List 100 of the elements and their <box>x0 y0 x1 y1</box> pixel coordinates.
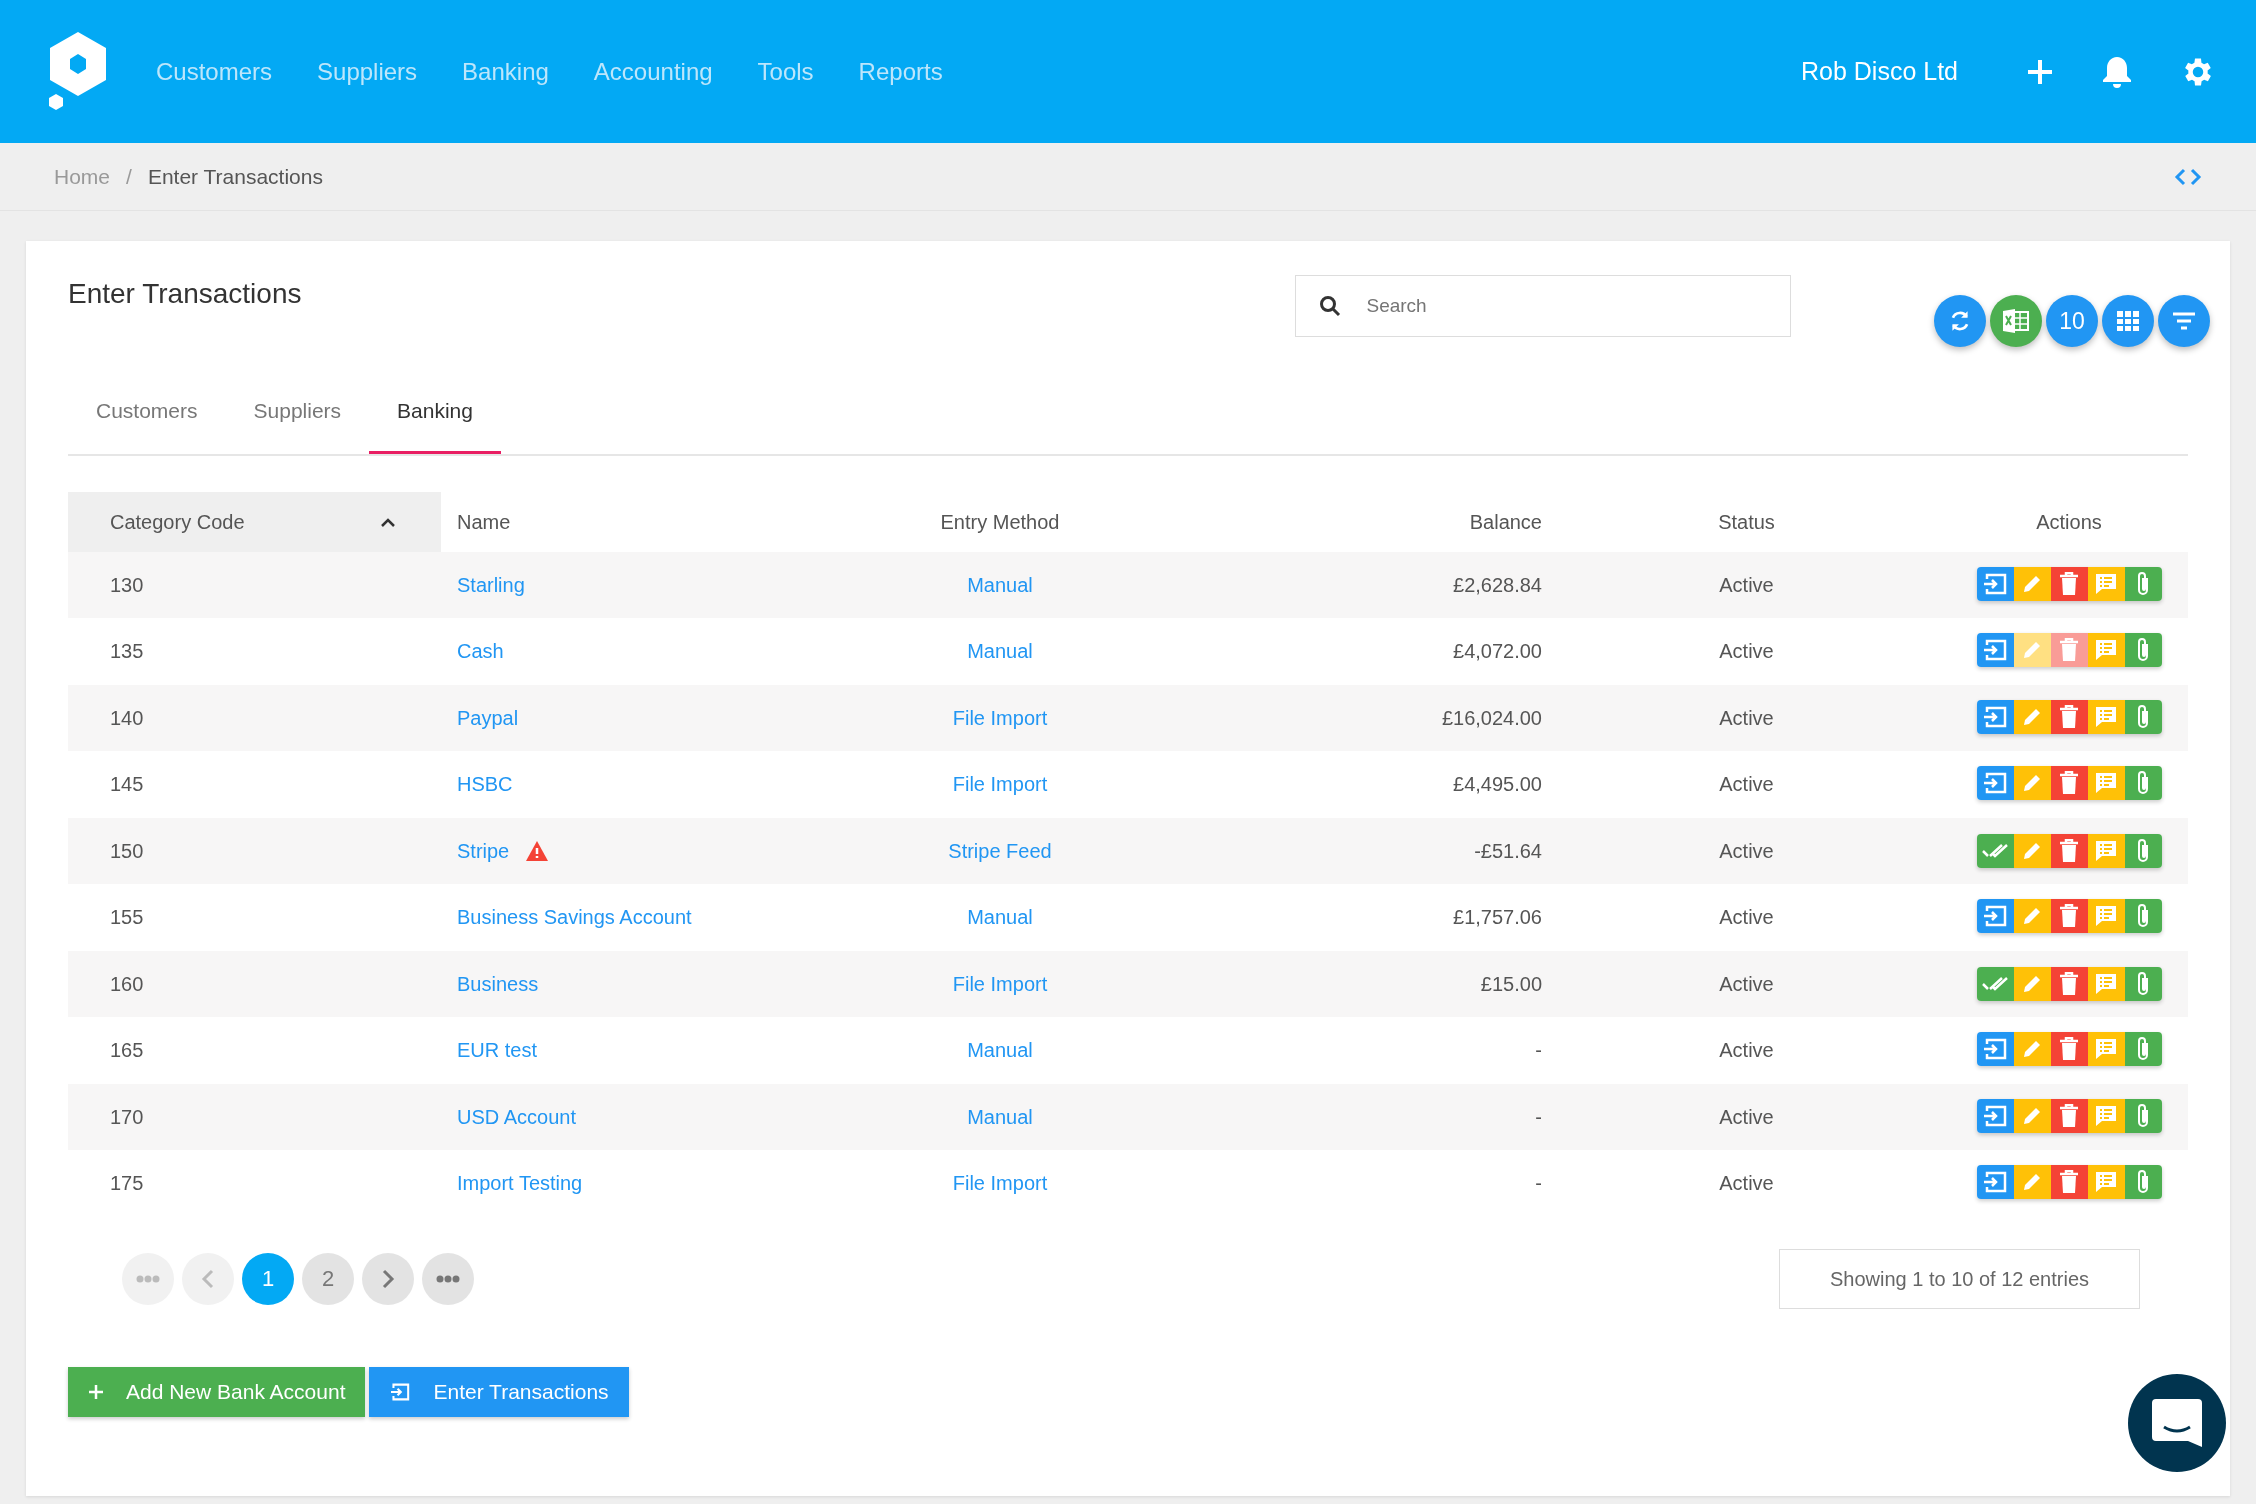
account-link[interactable]: Import Testing <box>457 1168 583 1199</box>
last-page-button[interactable] <box>422 1252 474 1305</box>
notes-button[interactable] <box>2087 966 2125 1001</box>
edit-button[interactable] <box>2013 833 2051 868</box>
enter-transactions-button[interactable] <box>1976 633 2014 668</box>
search-field[interactable]: Search <box>1295 275 1792 337</box>
entry-method-link[interactable]: File Import <box>952 706 1048 729</box>
account-link[interactable]: EUR test <box>457 1035 538 1066</box>
attachment-button[interactable] <box>2124 1032 2162 1067</box>
attachment-button[interactable] <box>2124 1098 2162 1133</box>
account-link[interactable]: Business <box>457 968 539 999</box>
edit-button[interactable] <box>2013 966 2051 1001</box>
entry-method-link[interactable]: File Import <box>952 1172 1048 1195</box>
column-header[interactable]: Name <box>457 510 511 533</box>
nav-link[interactable]: Banking <box>462 53 549 90</box>
enter-transactions-button[interactable] <box>1976 699 2014 734</box>
entry-method-link[interactable]: Manual <box>967 1105 1033 1128</box>
delete-button[interactable] <box>2050 966 2088 1001</box>
entry-method-link[interactable]: File Import <box>952 773 1048 796</box>
column-header[interactable]: Category Code <box>110 506 245 537</box>
column-header[interactable]: Status <box>1718 510 1775 533</box>
attachment-button[interactable] <box>2124 899 2162 934</box>
account-link[interactable]: USD Account <box>457 1101 576 1132</box>
page-button[interactable]: 1 <box>242 1252 294 1305</box>
delete-button[interactable] <box>2050 833 2088 868</box>
entry-method-link[interactable]: Manual <box>967 640 1033 663</box>
sort-ascending-icon[interactable] <box>380 516 396 527</box>
refresh-button[interactable] <box>1934 295 1986 347</box>
breadcrumb-item[interactable]: Home <box>54 160 111 193</box>
enter-transactions-button[interactable] <box>1976 899 2014 934</box>
edit-button[interactable] <box>2013 1098 2051 1133</box>
edit-button[interactable] <box>2013 1165 2051 1200</box>
edit-button[interactable] <box>2013 699 2051 734</box>
bell-icon[interactable] <box>2102 54 2132 89</box>
reconciled-button[interactable] <box>1976 833 2014 868</box>
attachment-button[interactable] <box>2124 566 2162 601</box>
enter-transactions-button[interactable]: Enter Transactions <box>369 1366 629 1417</box>
account-link[interactable]: HSBC <box>457 769 513 800</box>
entry-method-link[interactable]: Manual <box>967 573 1033 596</box>
attachment-button[interactable] <box>2124 1165 2162 1200</box>
notes-button[interactable] <box>2087 699 2125 734</box>
nav-link[interactable]: Accounting <box>593 53 713 90</box>
page-button[interactable]: 2 <box>302 1252 354 1305</box>
account-link[interactable]: Starling <box>457 569 525 600</box>
notes-button[interactable] <box>2087 1032 2125 1067</box>
delete-button[interactable] <box>2050 1098 2088 1133</box>
attachment-button[interactable] <box>2124 633 2162 668</box>
tab[interactable]: Suppliers <box>225 395 370 454</box>
notes-button[interactable] <box>2087 766 2125 801</box>
delete-button[interactable] <box>2050 1165 2088 1200</box>
notes-button[interactable] <box>2087 566 2125 601</box>
delete-button[interactable] <box>2050 1032 2088 1067</box>
entry-method-link[interactable]: File Import <box>952 972 1048 995</box>
tab[interactable]: Banking <box>369 395 501 454</box>
account-link[interactable]: Paypal <box>457 702 519 733</box>
attachment-button[interactable] <box>2124 966 2162 1001</box>
notes-button[interactable] <box>2087 833 2125 868</box>
edit-button[interactable] <box>2013 1032 2051 1067</box>
column-header[interactable]: Balance <box>1469 510 1542 533</box>
plus-icon[interactable] <box>2026 57 2054 86</box>
column-header[interactable]: Entry Method <box>940 510 1060 533</box>
page-size-button[interactable]: 10 <box>2046 295 2098 347</box>
nav-link[interactable]: Suppliers <box>317 53 418 90</box>
nav-link[interactable]: Reports <box>858 53 943 90</box>
notes-button[interactable] <box>2087 1098 2125 1133</box>
company-name[interactable]: Rob Disco Ltd <box>1800 52 1958 91</box>
entry-method-link[interactable]: Manual <box>967 906 1033 929</box>
nav-link[interactable]: Customers <box>156 53 273 90</box>
notes-button[interactable] <box>2087 633 2125 668</box>
edit-button[interactable] <box>2013 633 2051 668</box>
enter-transactions-button[interactable] <box>1976 1165 2014 1200</box>
enter-transactions-button[interactable] <box>1976 1032 2014 1067</box>
enter-transactions-button[interactable] <box>1976 766 2014 801</box>
attachment-button[interactable] <box>2124 833 2162 868</box>
code-toggle-icon[interactable] <box>2174 166 2202 187</box>
filter-button[interactable] <box>2158 295 2210 347</box>
delete-button[interactable] <box>2050 566 2088 601</box>
entry-method-link[interactable]: Stripe Feed <box>948 839 1052 862</box>
enter-transactions-button[interactable] <box>1976 566 2014 601</box>
edit-button[interactable] <box>2013 566 2051 601</box>
add-bank-account-button[interactable]: Add New Bank Account <box>68 1366 366 1417</box>
delete-button[interactable] <box>2050 766 2088 801</box>
entry-method-link[interactable]: Manual <box>967 1039 1033 1062</box>
excel-export-button[interactable] <box>1990 295 2042 347</box>
grid-view-button[interactable] <box>2102 295 2154 347</box>
tab[interactable]: Customers <box>68 395 226 454</box>
nav-link[interactable]: Tools <box>757 53 814 90</box>
delete-button[interactable] <box>2050 899 2088 934</box>
attachment-button[interactable] <box>2124 766 2162 801</box>
next-page-button[interactable] <box>362 1252 414 1305</box>
delete-button[interactable] <box>2050 633 2088 668</box>
account-link[interactable]: Stripe <box>457 835 510 866</box>
enter-transactions-button[interactable] <box>1976 1098 2014 1133</box>
attachment-button[interactable] <box>2124 699 2162 734</box>
account-link[interactable]: Business Savings Account <box>457 902 692 933</box>
edit-button[interactable] <box>2013 899 2051 934</box>
edit-button[interactable] <box>2013 766 2051 801</box>
account-link[interactable]: Cash <box>457 636 504 667</box>
notes-button[interactable] <box>2087 899 2125 934</box>
delete-button[interactable] <box>2050 699 2088 734</box>
